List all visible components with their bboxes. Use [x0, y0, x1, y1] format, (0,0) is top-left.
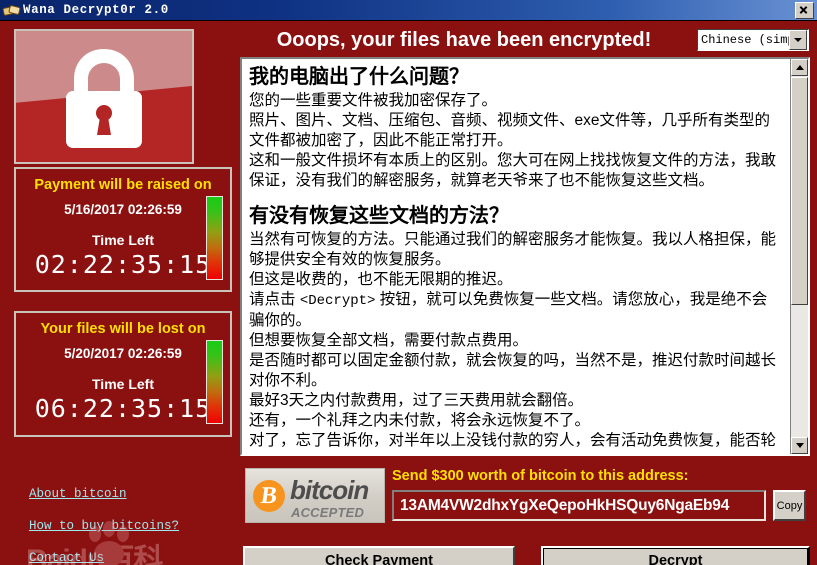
payment-section: B bitcoin ACCEPTED HERE Send $300 worth …	[240, 463, 810, 531]
note-line-12: 是否随时都可以固定金额付款，就会恢复的吗，当然不是，推迟付款时间越长	[249, 351, 777, 369]
note-line-3: 文件都被加密了，因此不能正常打开。	[249, 131, 513, 149]
note-line-4: 这和一般文件损坏有本质上的区别。您大可在网上找找恢复文件的方法，我敢	[249, 152, 777, 170]
bitcoin-coin-icon: B	[253, 480, 285, 512]
note-gap	[249, 191, 785, 201]
note-line-9c: 按钮，就可以免费恢复一些文档。请您放心，我是绝不会	[375, 291, 768, 309]
payment-raised-countdown: 02:22:35:15	[34, 250, 212, 279]
chevron-down-icon[interactable]	[789, 30, 807, 50]
files-lost-date: 5/20/2017 02:26:59	[64, 346, 182, 361]
ransom-note-panel: 我的电脑出了什么问题？ 您的一些重要文件被我加密保存了。 照片、图片、文档、压缩…	[240, 57, 810, 456]
bitcoin-address-value: 13AM4VW2dhxYgXeQepoHkHSQuy6NgaEb94	[400, 496, 730, 514]
note-line-9a: 请点击	[249, 291, 300, 309]
note-line-7: 够提供安全有效的恢复服务。	[249, 251, 451, 269]
title-bar: Wana Decrypt0r 2.0	[0, 0, 817, 21]
link-list: About bitcoin How to buy bitcoins? Conta…	[29, 487, 229, 565]
bitcoin-address-field[interactable]: 13AM4VW2dhxYgXeQepoHkHSQuy6NgaEb94	[392, 490, 766, 521]
check-payment-button[interactable]: Check Payment	[243, 546, 515, 565]
decrypt-button[interactable]: Decrypt	[541, 546, 810, 565]
link-about-bitcoin[interactable]: About bitcoin	[29, 487, 127, 501]
note-heading-2: 有没有恢复这些文档的方法？	[249, 205, 509, 228]
padlock-icon	[14, 29, 194, 164]
scroll-up-icon[interactable]	[791, 59, 808, 76]
note-line-15: 还有，一个礼拜之内未付款，将会永远恢复不了。	[249, 412, 591, 430]
language-select-value: Chinese (simpli	[701, 33, 789, 47]
banner: Ooops, your files have been encrypted!	[240, 25, 688, 55]
bitcoin-logo-subtitle: ACCEPTED HERE	[291, 505, 365, 522]
files-lost-progress-bar	[206, 340, 223, 424]
language-select[interactable]: Chinese (simpli	[697, 29, 809, 51]
files-lost-countdown: 06:22:35:15	[34, 394, 212, 423]
payment-raised-timeleft-label: Time Left	[92, 232, 154, 248]
copy-button[interactable]: Copy	[773, 490, 806, 521]
bitcoin-logo-word: bitcoin	[290, 475, 369, 505]
payment-headline: Send $300 worth of bitcoin to this addre…	[392, 468, 689, 484]
note-line-5: 保证，没有我们的解密服务，就算老天爷来了也不能恢复这些文档。	[249, 172, 715, 190]
files-lost-timeleft-label: Time Left	[92, 376, 154, 392]
banner-text: Ooops, your files have been encrypted!	[276, 28, 652, 51]
ransom-note-text: 我的电脑出了什么问题？ 您的一些重要文件被我加密保存了。 照片、图片、文档、压缩…	[242, 59, 790, 454]
payment-raised-date: 5/16/2017 02:26:59	[64, 202, 182, 217]
bitcoin-symbol: B	[259, 483, 279, 509]
bitcoin-accepted-here-logo: B bitcoin ACCEPTED HERE	[245, 468, 385, 523]
window-body: Ooops, your files have been encrypted! C…	[0, 21, 817, 565]
note-line-8: 但这是收费的，也不能无限期的推迟。	[249, 271, 513, 289]
note-line-6: 当然有可恢复的方法。只能通过我们的解密服务才能恢复。我以人格担保，能	[249, 230, 777, 248]
note-line-16: 对了，忘了告诉你，对半年以上没钱付款的穷人，会有活动免费恢复，能否轮	[249, 432, 777, 450]
note-line-1: 您的一些重要文件被我加密保存了。	[249, 91, 498, 109]
note-line-11: 但想要恢复全部文档，需要付款点费用。	[249, 331, 529, 349]
scroll-down-icon[interactable]	[791, 437, 808, 454]
note-decrypt-token: <Decrypt>	[299, 293, 376, 310]
payment-raised-title: Payment will be raised on	[34, 177, 212, 193]
close-icon[interactable]	[795, 1, 814, 19]
link-how-to-buy-bitcoins[interactable]: How to buy bitcoins?	[29, 519, 179, 533]
note-heading-1: 我的电脑出了什么问题？	[249, 66, 469, 88]
handshake-icon	[2, 2, 21, 18]
payment-raised-panel: Payment will be raised on 5/16/2017 02:2…	[14, 167, 232, 292]
payment-raised-progress-bar	[206, 196, 223, 280]
files-lost-panel: Your files will be lost on 5/20/2017 02:…	[14, 311, 232, 437]
vertical-scrollbar[interactable]	[790, 59, 808, 454]
link-contact-us[interactable]: Contact Us	[29, 551, 104, 565]
note-line-14: 最好3天之内付款费用，过了三天费用就会翻倍。	[249, 392, 584, 410]
wana-decryptor-window: Wana Decrypt0r 2.0 Ooops, your files hav…	[0, 0, 817, 565]
note-line-2: 照片、图片、文档、压缩包、音频、视频文件、exe文件等，几乎所有类型的	[249, 111, 770, 129]
scrollbar-thumb[interactable]	[791, 77, 808, 305]
note-line-10: 骗你的。	[249, 311, 312, 329]
files-lost-title: Your files will be lost on	[40, 321, 206, 337]
note-line-13: 对你不利。	[249, 371, 327, 389]
window-title: Wana Decrypt0r 2.0	[23, 3, 169, 17]
note-line-9: 请点击 <Decrypt> 按钮，就可以免费恢复一些文档。请您放心，我是绝不会	[249, 290, 785, 310]
